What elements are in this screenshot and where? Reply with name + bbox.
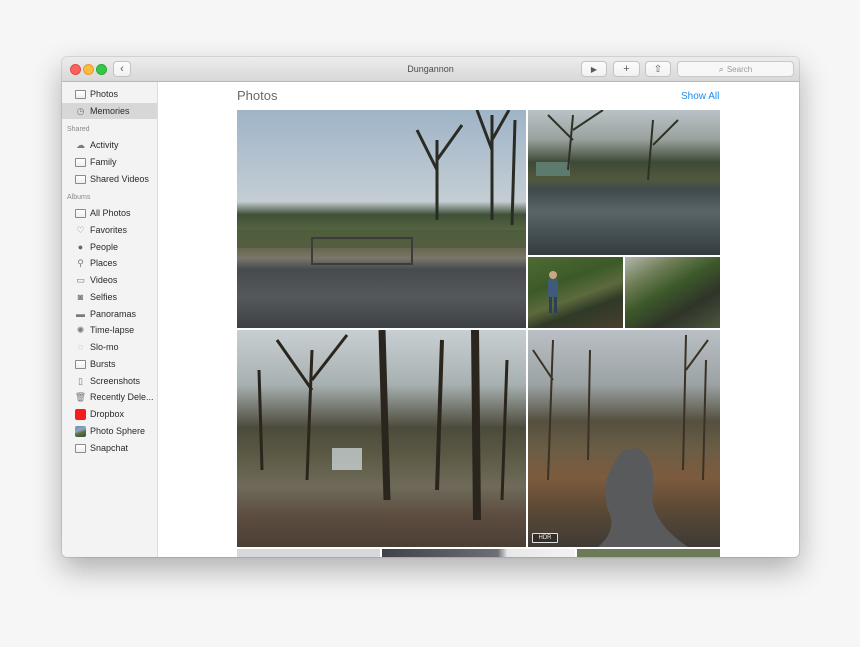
- sidebar-item-videos[interactable]: ▭ Videos: [62, 272, 157, 288]
- pin-icon: ⚲: [77, 257, 84, 268]
- heart-icon: ♡: [76, 224, 85, 235]
- cloud-icon: ☁: [76, 139, 85, 150]
- sidebar-item-activity[interactable]: ☁ Activity: [62, 137, 157, 153]
- bursts-icon: [75, 359, 86, 369]
- photo-thumbnail[interactable]: [528, 257, 623, 328]
- sidebar-item-label: People: [90, 242, 119, 252]
- sidebar-item-recently-deleted[interactable]: 🗑 Recently Dele...: [62, 389, 157, 405]
- sidebar-item-time-lapse[interactable]: ✺ Time-lapse: [62, 322, 157, 338]
- sidebar-item-photos[interactable]: Photos: [62, 86, 157, 102]
- sidebar-item-screenshots[interactable]: ▯ Screenshots: [62, 373, 157, 389]
- sidebar-item-label: Memories: [90, 106, 130, 116]
- screenshot-icon: ▯: [78, 375, 83, 386]
- photo-thumbnail[interactable]: [237, 549, 380, 557]
- minimize-button[interactable]: [83, 64, 94, 75]
- sidebar-item-label: Videos: [90, 275, 118, 285]
- plus-icon: +: [623, 63, 630, 75]
- album-icon: [75, 174, 86, 184]
- sidebar-section-shared: Shared: [67, 126, 90, 133]
- photos-window: ‹ Dungannon ▶ + ⇧ ⌕ Search Photos ◷ Memo…: [62, 57, 799, 557]
- sidebar-section-albums: Albums: [67, 194, 91, 201]
- sidebar-item-family[interactable]: Family: [62, 154, 157, 170]
- sidebar-item-dropbox[interactable]: Dropbox: [62, 406, 157, 422]
- sidebar: Photos ◷ Memories Shared ☁ Activity Fami…: [62, 82, 158, 557]
- sidebar-item-label: Screenshots: [90, 376, 141, 386]
- sidebar-item-bursts[interactable]: Bursts: [62, 356, 157, 372]
- sidebar-item-label: Recently Dele...: [90, 392, 154, 402]
- close-button[interactable]: [70, 64, 81, 75]
- search-placeholder: Search: [726, 64, 753, 74]
- photo-thumbnail[interactable]: HDR: [528, 330, 720, 547]
- back-button[interactable]: ‹: [113, 61, 131, 77]
- share-icon: ⇧: [653, 63, 663, 75]
- panorama-icon: ▬: [76, 308, 85, 319]
- path-scene: [532, 334, 709, 547]
- memories-icon: ◷: [76, 105, 85, 116]
- album-icon: [75, 157, 86, 167]
- search-input[interactable]: ⌕ Search: [677, 61, 794, 77]
- photos-icon: [75, 89, 86, 99]
- sidebar-item-memories[interactable]: ◷ Memories: [62, 103, 157, 119]
- album-icon: [75, 208, 86, 218]
- album-icon: [75, 443, 86, 453]
- camera-icon: ◙: [77, 291, 84, 302]
- sidebar-item-label: Places: [90, 258, 118, 268]
- sidebar-item-label: Dropbox: [90, 409, 125, 419]
- photos-content: Photos Show All HDR: [159, 82, 799, 557]
- hdr-badge: HDR: [532, 533, 558, 543]
- photo-thumbnail[interactable]: [625, 257, 720, 328]
- sidebar-item-panoramas[interactable]: ▬ Panoramas: [62, 306, 157, 322]
- video-icon: ▭: [76, 274, 85, 285]
- sidebar-item-label: Slo-mo: [90, 342, 119, 352]
- sidebar-item-label: Panoramas: [90, 309, 137, 319]
- sidebar-item-label: All Photos: [90, 208, 131, 218]
- trees-silhouette: [237, 110, 526, 265]
- chevron-left-icon: ‹: [120, 63, 124, 75]
- sidebar-item-places[interactable]: ⚲ Places: [62, 255, 157, 271]
- photo-thumbnail[interactable]: [382, 549, 575, 557]
- sidebar-item-label: Family: [90, 157, 117, 167]
- sidebar-item-label: Photo Sphere: [90, 426, 146, 436]
- title-bar: ‹ Dungannon ▶ + ⇧ ⌕ Search: [62, 57, 799, 82]
- sidebar-item-favorites[interactable]: ♡ Favorites: [62, 222, 157, 238]
- slomo-icon: ◌: [77, 341, 84, 352]
- sidebar-item-label: Activity: [90, 140, 119, 150]
- section-title: Photos: [237, 88, 278, 103]
- play-icon: ▶: [590, 64, 598, 74]
- forest-scene: [257, 330, 509, 521]
- sidebar-item-label: Photos: [90, 89, 119, 99]
- sidebar-item-snapchat[interactable]: Snapchat: [62, 440, 157, 456]
- sidebar-item-label: Shared Videos: [90, 174, 149, 184]
- sidebar-item-all-photos[interactable]: All Photos: [62, 205, 157, 221]
- add-button[interactable]: +: [613, 61, 640, 77]
- photo-thumbnail[interactable]: [237, 110, 526, 328]
- sidebar-item-people[interactable]: ● People: [62, 239, 157, 255]
- sidebar-item-label: Snapchat: [90, 443, 129, 453]
- slideshow-button[interactable]: ▶: [581, 61, 607, 77]
- lake-scene: [536, 110, 679, 181]
- sidebar-item-photo-sphere[interactable]: Photo Sphere: [62, 423, 157, 439]
- sidebar-item-label: Time-lapse: [90, 325, 135, 335]
- search-icon: ⌕: [718, 63, 724, 74]
- sidebar-item-label: Bursts: [90, 359, 116, 369]
- sidebar-item-slo-mo[interactable]: ◌ Slo-mo: [62, 339, 157, 355]
- trash-icon: 🗑: [74, 391, 87, 402]
- person-icon: ●: [77, 241, 84, 252]
- sidebar-item-selfies[interactable]: ◙ Selfies: [62, 289, 157, 305]
- photo-sphere-icon: [75, 425, 86, 437]
- share-button[interactable]: ⇧: [645, 61, 671, 77]
- person-walking: [548, 271, 558, 313]
- show-all-link[interactable]: Show All: [681, 91, 719, 102]
- sidebar-item-label: Favorites: [90, 225, 128, 235]
- photo-thumbnail[interactable]: [528, 110, 720, 255]
- photo-thumbnail[interactable]: [577, 549, 720, 557]
- dropbox-album-icon: [75, 408, 86, 420]
- sidebar-item-shared-videos[interactable]: Shared Videos: [62, 171, 157, 187]
- sidebar-item-label: Selfies: [90, 292, 118, 302]
- timelapse-icon: ✺: [76, 324, 85, 335]
- photo-thumbnail[interactable]: [237, 330, 526, 547]
- zoom-button[interactable]: [96, 64, 107, 75]
